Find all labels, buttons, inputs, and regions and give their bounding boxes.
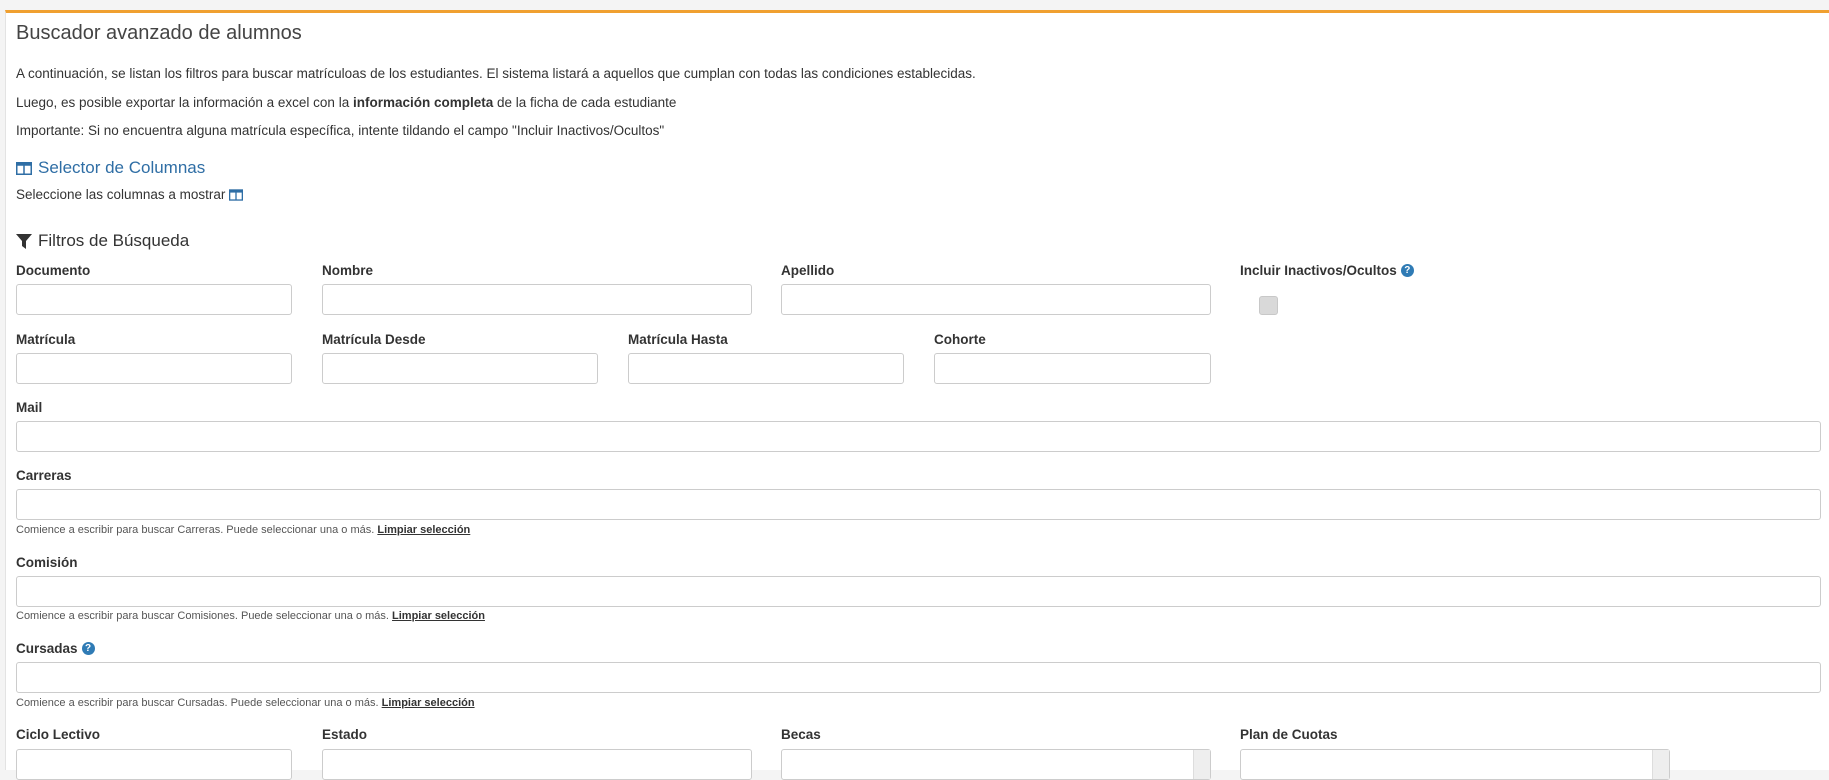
plan-cuotas-select[interactable]: [1240, 749, 1670, 780]
carreras-input[interactable]: [16, 489, 1821, 520]
carreras-help: Comience a escribir para buscar Carreras…: [16, 524, 470, 536]
mail-input[interactable]: [16, 421, 1821, 452]
matricula-desde-label: Matrícula Desde: [322, 332, 426, 347]
intro-line-2: Luego, es posible exportar la informació…: [16, 95, 676, 110]
carreras-label: Carreras: [16, 468, 72, 483]
intro-line-1: A continuación, se listan los filtros pa…: [16, 66, 976, 81]
cohorte-input[interactable]: [934, 353, 1211, 384]
estado-label: Estado: [322, 727, 368, 742]
comision-help-text: Comience a escribir para buscar Comision…: [16, 610, 389, 622]
cursadas-clear-link[interactable]: Limpiar selección: [382, 697, 475, 709]
becas-select[interactable]: [781, 749, 1211, 780]
matricula-hasta-label: Matrícula Hasta: [628, 332, 728, 347]
incluir-inactivos-checkbox[interactable]: [1259, 296, 1278, 315]
matricula-input[interactable]: [16, 353, 292, 384]
cohorte-label: Cohorte: [934, 332, 986, 347]
matricula-label: Matrícula: [16, 332, 76, 347]
help-icon[interactable]: ?: [1400, 264, 1414, 277]
nombre-label: Nombre: [322, 263, 374, 278]
column-selector-text: Seleccione las columnas a mostrar: [16, 187, 226, 202]
cursadas-help-text: Comience a escribir para buscar Cursadas…: [16, 697, 379, 709]
dropdown-arrow-icon: [1652, 750, 1669, 779]
comision-clear-link[interactable]: Limpiar selección: [392, 610, 485, 622]
comision-help: Comience a escribir para buscar Comision…: [16, 610, 485, 622]
columns-icon: [16, 161, 32, 175]
column-selector-desc: Seleccione las columnas a mostrar: [16, 187, 244, 202]
search-panel: Buscador avanzado de alumnos A continuac…: [5, 10, 1829, 780]
plan-cuotas-label: Plan de Cuotas: [1240, 727, 1338, 742]
page-title: Buscador avanzado de alumnos: [16, 22, 302, 44]
documento-input[interactable]: [16, 284, 292, 315]
comision-input[interactable]: [16, 576, 1821, 607]
mail-label: Mail: [16, 400, 43, 415]
filters-heading: Filtros de Búsqueda: [16, 231, 189, 251]
incluir-inactivos-text: Incluir Inactivos/Ocultos: [1240, 263, 1397, 278]
comision-label: Comisión: [16, 555, 78, 570]
documento-label: Documento: [16, 263, 91, 278]
help-icon[interactable]: ?: [81, 642, 95, 655]
column-selector-title: Selector de Columnas: [38, 158, 206, 177]
apellido-label: Apellido: [781, 263, 835, 278]
dropdown-arrow-icon: [1193, 750, 1210, 779]
becas-label: Becas: [781, 727, 821, 742]
carreras-help-text: Comience a escribir para buscar Carreras…: [16, 524, 375, 536]
intro-line-2-start: Luego, es posible exportar la informació…: [16, 95, 353, 110]
cursadas-help: Comience a escribir para buscar Cursadas…: [16, 697, 475, 709]
intro-line-3: Importante: Si no encuentra alguna matrí…: [16, 123, 665, 138]
cursadas-input[interactable]: [16, 662, 1821, 693]
column-selector-heading[interactable]: Selector de Columnas: [16, 158, 205, 178]
matricula-desde-input[interactable]: [322, 353, 598, 384]
columns-icon[interactable]: [229, 188, 244, 201]
filter-icon: [16, 233, 32, 249]
ciclo-lectivo-select[interactable]: [16, 749, 292, 780]
cursadas-label-text: Cursadas: [16, 641, 78, 656]
apellido-input[interactable]: [781, 284, 1211, 315]
estado-select[interactable]: [322, 749, 752, 780]
intro-line-2-bold: información completa: [352, 95, 494, 110]
matricula-hasta-input[interactable]: [628, 353, 904, 384]
incluir-inactivos-label: Incluir Inactivos/Ocultos ?: [1240, 263, 1414, 278]
cursadas-label: Cursadas ?: [16, 641, 95, 656]
nombre-input[interactable]: [322, 284, 752, 315]
filters-title: Filtros de Búsqueda: [38, 231, 190, 250]
ciclo-lectivo-label: Ciclo Lectivo: [16, 727, 101, 742]
carreras-clear-link[interactable]: Limpiar selección: [377, 524, 470, 536]
intro-line-2-end: de la ficha de cada estudiante: [493, 95, 677, 110]
